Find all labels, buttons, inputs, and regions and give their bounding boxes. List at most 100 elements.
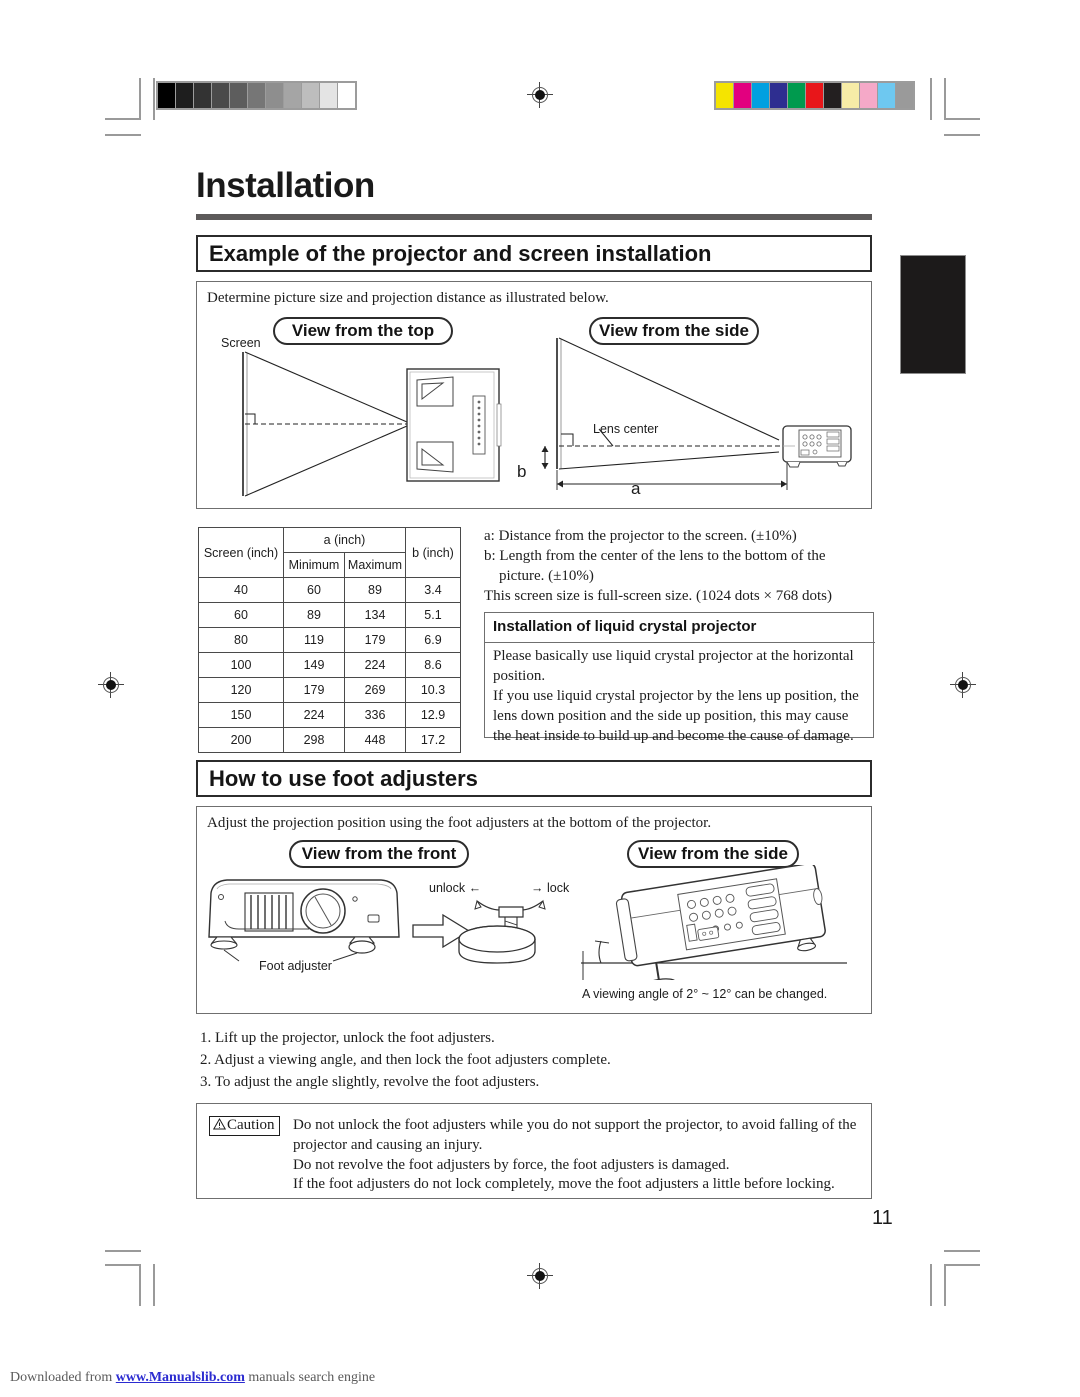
example-intro-text: Determine picture size and projection di… (207, 290, 609, 306)
crop-mark-bottom-right (930, 1250, 980, 1310)
table-cell: 448 (344, 727, 406, 753)
table-cell: 100 (198, 652, 284, 678)
table-cell: 60 (198, 602, 284, 628)
footer-prefix: Downloaded from (10, 1370, 116, 1385)
print-swatch (248, 83, 265, 108)
section-heading-example-installation: Example of the projector and screen inst… (196, 235, 872, 272)
grayscale-step-wedge (156, 81, 357, 110)
crop-mark-bottom-left (105, 1250, 155, 1310)
table-cell: 336 (344, 702, 406, 728)
color-control-bar (714, 81, 915, 110)
registration-mark-top-center (527, 82, 553, 108)
table-cell: 224 (283, 702, 345, 728)
table-cell: 8.6 (405, 652, 461, 678)
table-row: 120 179 269 10.3 (198, 677, 461, 703)
foot-adjuster-steps: 1. Lift up the projector, unlock the foo… (200, 1029, 860, 1094)
print-swatch (212, 83, 229, 108)
registration-mark-left (98, 672, 124, 698)
page-title: Installation (196, 166, 375, 205)
print-swatch (770, 83, 787, 108)
table-cell: 40 (198, 577, 284, 603)
crop-mark-top-right (930, 78, 980, 136)
foot-adjusters-intro-text: Adjust the projection position using the… (207, 815, 712, 831)
caution-box: Caution Do not unlock the foot adjusters… (196, 1103, 872, 1199)
manualslib-link[interactable]: www.Manualslib.com (116, 1370, 245, 1385)
table-header-maximum: Maximum (344, 552, 406, 578)
table-cell: 89 (283, 602, 345, 628)
table-cell: 224 (344, 652, 406, 678)
print-swatch (860, 83, 877, 108)
footer-suffix: manuals search engine (244, 1370, 376, 1385)
caution-line-3: Do not revolve the foot adjusters by for… (293, 1156, 730, 1173)
caption-view-from-the-side-2: View from the side (627, 840, 799, 868)
table-row: 80 119 179 6.9 (198, 627, 461, 653)
registration-mark-right (950, 672, 976, 698)
table-cell: 80 (198, 627, 284, 653)
table-row: 200 298 448 17.2 (198, 727, 461, 753)
print-swatch (716, 83, 733, 108)
manual-page: Installation Example of the projector an… (0, 0, 1080, 1397)
print-swatch (320, 83, 337, 108)
footer-attribution: Downloaded from www.Manualslib.com manua… (10, 1370, 375, 1386)
label-unlock: unlock ← (429, 881, 482, 895)
note-viewing-angle: A viewing angle of 2° ~ 12° can be chang… (582, 987, 828, 1001)
diagram-projector-front (205, 871, 415, 966)
caution-badge-label: Caution (227, 1117, 275, 1133)
diagram-projector-side-tilted (575, 865, 867, 980)
step-1: 1. Lift up the projector, unlock the foo… (200, 1030, 495, 1046)
title-underline-rule (196, 214, 872, 220)
table-cell: 5.1 (405, 602, 461, 628)
registration-mark-bottom-center (527, 1263, 553, 1289)
warning-triangle-icon (213, 1118, 226, 1130)
label-lock: → lock (531, 881, 570, 895)
page-number: 11 (872, 1207, 893, 1229)
print-swatch (230, 83, 247, 108)
table-header-minimum: Minimum (283, 552, 345, 578)
lcd-box-paragraph-1: Please basically use liquid crystal proj… (493, 648, 854, 684)
section-heading-foot-adjusters: How to use foot adjusters (196, 760, 872, 797)
table-cell: 200 (198, 727, 284, 753)
table-cell: 134 (344, 602, 406, 628)
print-swatch (194, 83, 211, 108)
table-row: 60 89 134 5.1 (198, 602, 461, 628)
table-cell: 10.3 (405, 677, 461, 703)
diagram-view-from-top (211, 344, 511, 504)
table-cell: 179 (344, 627, 406, 653)
legend-note-b-cont: picture. (±10%) (484, 567, 594, 584)
diagram-foot-adjuster-detail (411, 863, 571, 973)
print-swatch (824, 83, 841, 108)
legend-note-a: a: Distance from the projector to the sc… (484, 528, 797, 544)
label-foot-adjuster: Foot adjuster (259, 959, 332, 973)
table-cell: 150 (198, 702, 284, 728)
table-cell: 17.2 (405, 727, 461, 753)
table-cell: 3.4 (405, 577, 461, 603)
table-row: 100 149 224 8.6 (198, 652, 461, 678)
foot-adjusters-diagram-panel: Adjust the projection position using the… (196, 806, 872, 1014)
caution-line-2: projector and causing an injury. (293, 1136, 483, 1153)
table-row: 150 224 336 12.9 (198, 702, 461, 728)
table-cell: 12.9 (405, 702, 461, 728)
caption-view-from-the-top: View from the top (273, 317, 453, 345)
print-swatch (806, 83, 823, 108)
table-header-b: b (inch) (405, 527, 461, 578)
print-swatch (284, 83, 301, 108)
lcd-box-paragraph-2: If you use liquid crystal projector by t… (493, 688, 859, 744)
table-cell: 6.9 (405, 627, 461, 653)
table-cell: 298 (283, 727, 345, 753)
caution-badge: Caution (209, 1116, 280, 1137)
print-swatch (788, 83, 805, 108)
print-swatch (734, 83, 751, 108)
table-cell: 149 (283, 652, 345, 678)
caution-text-block: Do not unlock the foot adjusters while y… (293, 1116, 861, 1195)
print-swatch (842, 83, 859, 108)
table-cell: 120 (198, 677, 284, 703)
print-swatch (752, 83, 769, 108)
print-swatch (158, 83, 175, 108)
thumb-index-tab (900, 255, 966, 374)
print-swatch (176, 83, 193, 108)
step-3: 3. To adjust the angle slightly, revolve… (200, 1073, 540, 1090)
print-swatch (338, 83, 355, 108)
table-cell: 119 (283, 627, 345, 653)
example-installation-diagram-panel: Determine picture size and projection di… (196, 281, 872, 509)
caution-line-4: If the foot adjusters do not lock comple… (293, 1176, 835, 1193)
